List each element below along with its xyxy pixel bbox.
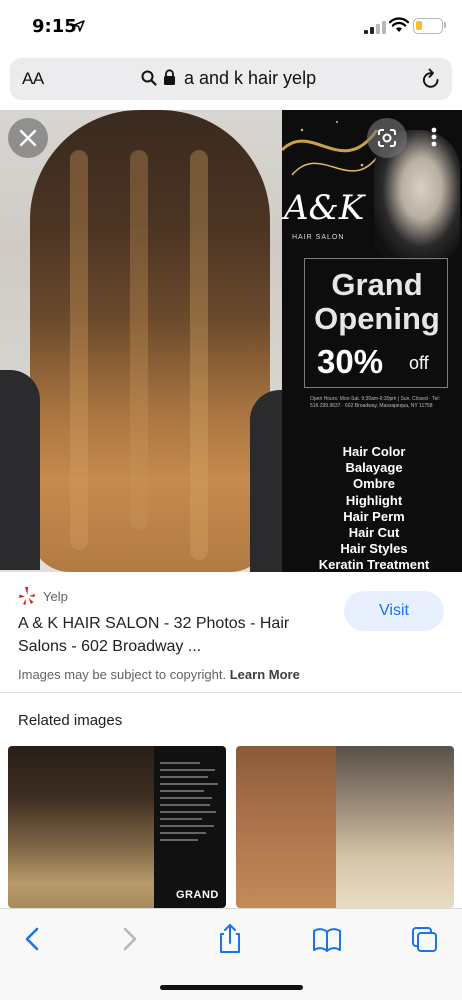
bookmarks-icon [313,928,341,952]
service-item: Hair Styles [340,541,408,557]
promo-discount: 30% [317,343,384,380]
close-button[interactable] [8,118,48,158]
thumb-hair-photo [8,746,154,908]
service-item: Hair Perm [343,508,405,524]
service-item: Hair Cut [348,525,400,541]
salon-contact-fine-print: Open Hours: Mon-Sat. 9:30am-6:30pm | Sun… [310,396,440,409]
lens-button[interactable] [367,118,407,158]
shoulder-left [0,370,40,570]
lens-icon [378,129,396,147]
visit-button[interactable]: Visit [344,591,444,631]
copyright-notice: Images may be subject to copyright. Lear… [18,667,300,682]
service-item: Hair Color [342,444,406,459]
tabs-icon [412,927,437,952]
lock-icon [164,69,175,85]
url-text[interactable]: a and k hair yelp [184,68,316,89]
forward-icon [123,927,137,951]
address-bar[interactable]: AA a and k hair yelp [10,58,452,100]
hair-highlight [70,150,88,550]
thumb-flyer-text-lines [160,762,220,846]
more-options-button[interactable] [420,118,448,158]
thumb-grand-label: GRAND [176,889,219,901]
share-button[interactable] [210,923,250,955]
related-image-thumbnail[interactable]: GRAND [8,746,226,908]
hair-shape [30,110,270,572]
cellular-signal-icon [364,21,386,34]
salon-logo: A&K [284,188,365,228]
promo-box: Grand Opening 30% off [304,258,448,388]
related-image-thumbnail[interactable] [236,746,454,908]
share-icon [220,924,240,953]
services-list: Hair Color Balayage Ombre Highlight Hair… [288,444,460,572]
location-arrow-icon [73,20,85,32]
hair-highlight [190,150,208,560]
battery-cap [444,22,446,28]
source-name: Yelp [43,589,68,604]
promo-line-2: Opening [314,301,440,336]
back-icon [25,927,39,951]
wifi-icon [389,17,409,32]
clock-time: 9:15 [32,16,77,37]
bookmarks-button[interactable] [307,923,347,955]
divider [0,692,462,693]
search-icon [141,70,157,86]
reload-icon[interactable] [421,68,441,90]
yelp-burst-icon [19,587,35,605]
service-item: Balayage [345,460,403,476]
hair-highlight [130,150,148,530]
close-icon [19,129,37,147]
thumb-flyer: GRAND [154,746,226,908]
copyright-text: Images may be subject to copyright. [18,667,227,682]
service-item: Ombre [353,476,395,492]
salon-sublabel: HAIR SALON [292,234,345,241]
battery-icon [413,18,443,34]
thumb-hair-photo [236,746,336,908]
more-vert-icon [431,127,437,147]
hair-photo [0,110,290,572]
promo-off: off [409,353,429,373]
tabs-button[interactable] [405,923,445,955]
home-indicator[interactable] [160,985,303,990]
related-images-heading: Related images [18,712,123,729]
forward-button[interactable] [110,923,150,955]
text-size-button[interactable]: AA [22,69,44,89]
service-item: Keratin Treatment [318,557,430,572]
promo-line-1: Grand [331,267,423,302]
thumb-hair-photo [336,746,454,908]
back-button[interactable] [12,923,52,955]
result-title[interactable]: A & K HAIR SALON - 32 Photos - Hair Salo… [18,612,328,658]
hero-image[interactable]: A&K HAIR SALON Grand Opening 30% off Ope… [0,110,462,572]
promo-flyer: A&K HAIR SALON Grand Opening 30% off Ope… [282,110,462,572]
service-item: Highlight [345,492,403,508]
status-bar: 9:15 [0,0,462,54]
learn-more-link[interactable]: Learn More [230,667,300,682]
battery-level-fill [416,21,422,30]
